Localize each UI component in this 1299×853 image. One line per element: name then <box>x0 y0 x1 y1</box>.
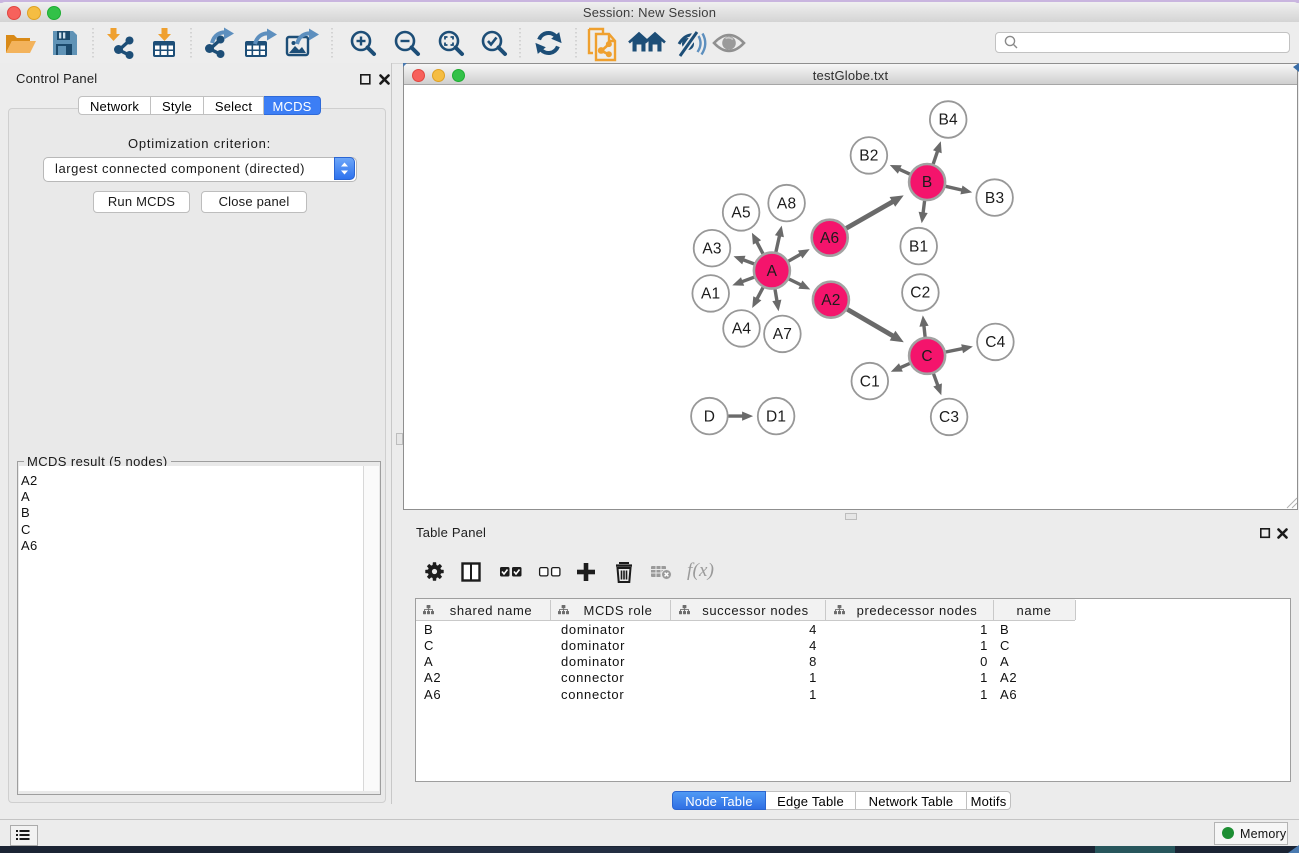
svg-text:B4: B4 <box>939 112 959 129</box>
svg-text:A1: A1 <box>701 286 720 303</box>
svg-text:D1: D1 <box>766 408 786 425</box>
svg-text:C3: C3 <box>939 409 959 426</box>
svg-text:A2: A2 <box>821 292 840 309</box>
svg-text:A7: A7 <box>773 326 792 343</box>
svg-text:B2: B2 <box>859 148 878 165</box>
svg-text:C2: C2 <box>910 285 930 302</box>
svg-text:D: D <box>704 408 715 425</box>
svg-text:C: C <box>921 348 932 365</box>
svg-text:A4: A4 <box>732 321 752 338</box>
svg-text:C4: C4 <box>985 334 1005 351</box>
svg-text:A: A <box>767 263 778 280</box>
svg-text:C1: C1 <box>860 373 880 390</box>
svg-text:B3: B3 <box>985 190 1004 207</box>
svg-text:A8: A8 <box>777 195 796 212</box>
svg-text:A5: A5 <box>731 205 750 222</box>
svg-text:A6: A6 <box>820 230 839 247</box>
svg-text:A3: A3 <box>702 240 721 257</box>
svg-text:B: B <box>922 174 933 191</box>
svg-text:B1: B1 <box>909 238 928 255</box>
